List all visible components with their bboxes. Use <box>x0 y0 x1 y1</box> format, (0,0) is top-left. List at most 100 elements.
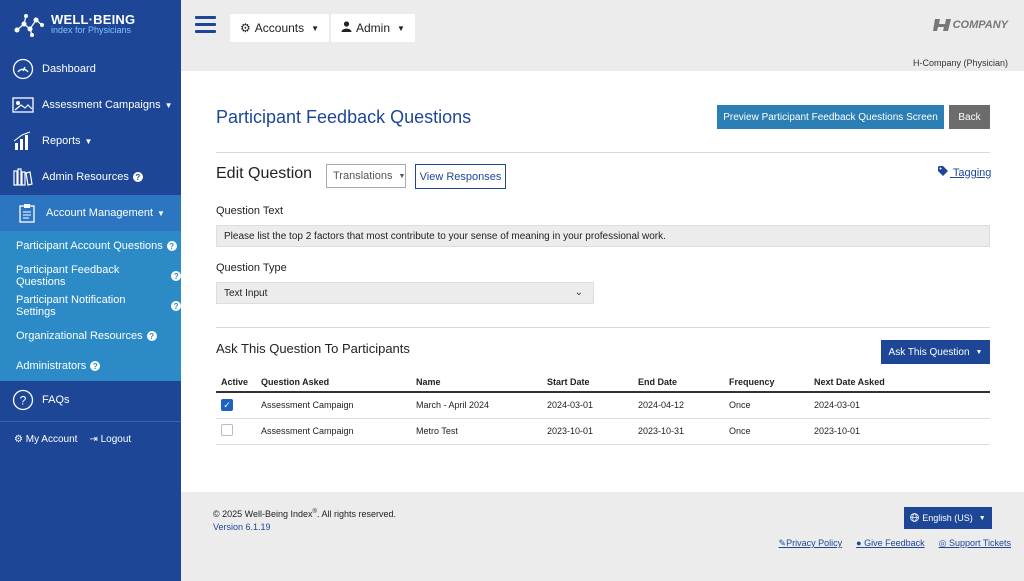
sidebar-item-account-management[interactable]: Account Management ▼ <box>0 195 181 231</box>
caret-down-icon: ▼ <box>398 172 406 180</box>
question-type-label: Question Type <box>216 262 287 274</box>
tag-icon <box>938 166 950 179</box>
main-content: Participant Feedback Questions Preview P… <box>181 71 1024 492</box>
accounts-dropdown[interactable]: ⚙ Accounts ▼ <box>230 14 330 42</box>
help-icon[interactable]: ? <box>146 331 157 341</box>
company-label: COMPANY <box>952 19 1008 31</box>
sidebar-item-admin-resources[interactable]: Admin Resources ? <box>0 159 181 195</box>
sidebar-item-dashboard[interactable]: Dashboard <box>0 51 181 87</box>
org-name-bar: H-Company (Physician) <box>181 56 1024 71</box>
help-icon[interactable]: ? <box>132 172 143 182</box>
divider <box>216 327 990 328</box>
admin-dropdown[interactable]: Admin ▼ <box>331 14 415 42</box>
hamburger-menu-icon[interactable] <box>195 16 216 34</box>
brand-logo[interactable]: WELL·BEING index for Physicians <box>0 0 181 50</box>
comment-icon: ● <box>856 538 862 548</box>
sidebar-subitem-participant-notification-settings[interactable]: Participant Notification Settings ? <box>0 291 181 321</box>
subitem-label: Administrators <box>16 360 87 372</box>
sidebar-item-assessment-campaigns[interactable]: Assessment Campaigns ▼ <box>0 87 181 123</box>
column-header: End Date <box>633 372 724 393</box>
copyright-main: © 2025 Well-Being Index <box>213 509 313 519</box>
chevron-down-icon: ⌄ <box>574 287 583 298</box>
help-icon[interactable]: ? <box>171 271 181 281</box>
version-text: Version 6.1.19 <box>213 522 271 532</box>
pen-icon: ✎ <box>778 538 787 548</box>
sidebar-item-reports[interactable]: Reports ▼ <box>0 123 181 159</box>
sidebar-subitem-participant-account-questions[interactable]: Participant Account Questions ? <box>0 231 181 261</box>
help-icon[interactable]: ? <box>171 301 181 311</box>
help-icon[interactable]: ? <box>166 241 177 251</box>
name-cell: Metro Test <box>411 418 542 445</box>
question-asked-cell: Assessment Campaign <box>256 392 411 419</box>
copyright-text: © 2025 Well-Being Index®. All rights res… <box>213 509 396 519</box>
question-text-field[interactable]: Please list the top 2 factors that most … <box>216 225 990 247</box>
support-tickets-link[interactable]: ◎ Support Tickets <box>939 538 1011 549</box>
back-button[interactable]: Back <box>949 105 990 129</box>
active-checkbox[interactable]: ✓ <box>221 399 233 412</box>
sidebar-item-label: Reports <box>42 135 81 147</box>
my-account-link[interactable]: ⚙ My Account <box>14 434 77 445</box>
support-tickets-label: Support Tickets <box>948 538 1011 548</box>
sidebar-item-label: Admin Resources <box>42 171 129 183</box>
subitem-label: Participant Notification Settings <box>16 294 126 318</box>
question-asked-cell: Assessment Campaign <box>256 418 411 445</box>
tagging-link[interactable]: Tagging <box>938 166 991 179</box>
sidebar-subitem-administrators[interactable]: Administrators ? <box>0 351 181 381</box>
sidebar-subitem-participant-feedback-questions[interactable]: Participant Feedback Questions ? <box>0 261 181 291</box>
books-icon <box>12 166 34 188</box>
active-cell: ✓ <box>216 392 256 419</box>
caret-down-icon: ▼ <box>84 136 93 146</box>
view-responses-button[interactable]: View Responses <box>415 164 506 189</box>
question-type-select[interactable]: Text Input ⌄ <box>216 282 594 304</box>
my-account-label: My Account <box>25 434 78 445</box>
active-cell <box>216 418 256 445</box>
divider <box>216 152 990 153</box>
preview-screen-button[interactable]: Preview Participant Feedback Questions S… <box>717 105 944 129</box>
privacy-policy-link[interactable]: ✎Privacy Policy <box>779 538 843 549</box>
translations-select[interactable]: Translations ▼ <box>326 164 406 188</box>
copyright-suffix: . All rights reserved. <box>316 509 396 519</box>
accounts-label: Accounts <box>254 21 305 35</box>
column-header: Name <box>411 372 542 393</box>
column-header: Next Date Asked <box>809 372 990 393</box>
start-date-cell: 2024-03-01 <box>542 392 633 419</box>
svg-text:?: ? <box>20 394 27 408</box>
top-bar: ⚙ Accounts ▼ Admin ▼ COMPANY <box>181 0 1024 56</box>
org-name: H-Company (Physician) <box>912 58 1008 68</box>
column-header: Active <box>216 372 256 393</box>
sidebar-item-label: FAQs <box>42 394 70 406</box>
ask-question-section-title: Ask This Question To Participants <box>216 341 410 356</box>
table-row: Assessment Campaign Metro Test 2023-10-0… <box>216 418 990 445</box>
logout-link[interactable]: ⇥ Logout <box>89 434 131 445</box>
page-title: Participant Feedback Questions <box>216 107 472 127</box>
sidebar-subitem-organizational-resources[interactable]: Organizational Resources ? <box>0 321 181 351</box>
translations-label: Translations <box>333 170 393 182</box>
caret-down-icon: ▼ <box>157 208 165 218</box>
sidebar-item-faqs[interactable]: ? FAQs <box>0 381 181 419</box>
speedometer-icon <box>12 58 34 80</box>
caret-down-icon: ▼ <box>975 348 983 356</box>
privacy-policy-label: Privacy Policy <box>786 538 843 548</box>
edit-question-heading: Edit Question <box>216 165 313 182</box>
tagging-label: Tagging <box>952 167 992 179</box>
help-icon[interactable]: ? <box>90 361 101 371</box>
campaign-image-icon <box>12 94 34 116</box>
logout-icon: ⇥ <box>89 434 98 445</box>
give-feedback-link[interactable]: ● Give Feedback <box>856 538 924 549</box>
table-row: ✓ Assessment Campaign March - April 2024… <box>216 392 990 419</box>
globe-icon <box>910 512 920 524</box>
company-h-icon <box>932 19 951 31</box>
question-schedule-table: Active Question Asked Name Start Date En… <box>216 372 990 445</box>
frequency-cell: Once <box>724 418 809 445</box>
start-date-cell: 2023-10-01 <box>542 418 633 445</box>
active-checkbox[interactable] <box>221 424 233 436</box>
language-dropdown[interactable]: English (US) ▼ <box>904 507 992 529</box>
ask-this-question-button[interactable]: Ask This Question ▼ <box>881 340 990 364</box>
bar-chart-icon <box>12 130 34 152</box>
molecule-logo-icon <box>14 14 44 37</box>
account-management-submenu: Participant Account Questions ? Particip… <box>0 231 181 381</box>
subitem-label: Participant Account Questions <box>16 240 163 252</box>
name-cell: March - April 2024 <box>411 392 542 419</box>
caret-down-icon: ▼ <box>164 100 173 110</box>
company-logo: COMPANY <box>932 17 1008 33</box>
